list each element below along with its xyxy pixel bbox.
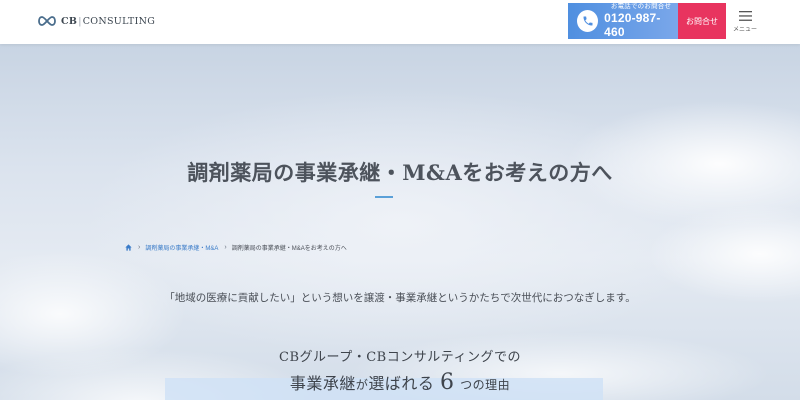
chevron-right-icon: › <box>138 243 141 251</box>
phone-icon <box>577 10 599 32</box>
phone-caption: お電話でのお問合せ <box>610 3 672 10</box>
reasons-subtitle: CBグループ・CBコンサルティングでの <box>279 350 521 365</box>
phone-texts: お電話でのお問合せ 0120-987-460 <box>604 3 678 39</box>
reasons-title-part-d: つの理由 <box>460 378 511 392</box>
contact-button[interactable]: お問合せ <box>678 3 726 39</box>
reasons-title: 事業承継が選ばれる 6 つの理由 <box>0 370 800 395</box>
menu-label: メニュー <box>732 27 757 33</box>
phone-contact-button[interactable]: お電話でのお問合せ 0120-987-460 <box>568 3 678 39</box>
page-title: 調剤薬局の事業承継・M&Aをお考えの方へ <box>187 160 613 185</box>
reasons-count: 6 <box>440 370 455 395</box>
logo-wordmark: CB|CONSULTING <box>61 16 155 27</box>
logo-cb: CB <box>61 15 78 27</box>
breadcrumb: › 調剤薬局の事業承継・M&A › 調剤薬局の事業承継・M&Aをお考えの方へ <box>125 242 347 252</box>
home-icon[interactable] <box>125 243 132 251</box>
logo-separator: | <box>78 15 82 27</box>
reasons-title-part-c: 選ばれる <box>368 374 435 393</box>
title-underline <box>375 196 393 198</box>
infinity-logo-icon <box>38 16 56 26</box>
logo-consulting: CONSULTING <box>82 15 156 27</box>
site-header: CB|CONSULTING お電話でのお問合せ 0120-987-460 お問合… <box>0 0 800 44</box>
site-logo[interactable]: CB|CONSULTING <box>36 13 155 29</box>
lead-text: 「地域の医療に貢献したい」という想いを譲渡・事業承継というかたちで次世代におつな… <box>164 292 636 304</box>
menu-button[interactable]: メニュー <box>730 8 760 36</box>
hamburger-icon <box>738 11 752 21</box>
phone-number: 0120-987-460 <box>604 11 661 39</box>
reasons-title-part-b: が <box>355 378 369 392</box>
breadcrumb-item-current: 調剤薬局の事業承継・M&Aをお考えの方へ <box>231 245 347 252</box>
chevron-right-icon: › <box>224 243 227 251</box>
reasons-title-part-a: 事業承継 <box>289 374 356 393</box>
breadcrumb-item-ma[interactable]: 調剤薬局の事業承継・M&A <box>145 243 218 252</box>
